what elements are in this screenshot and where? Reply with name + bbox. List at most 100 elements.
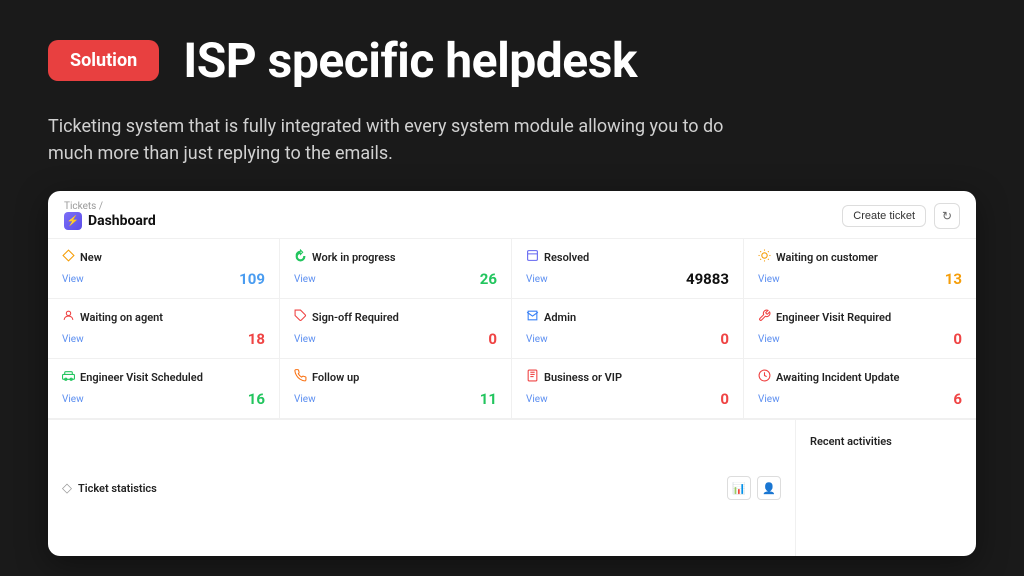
stat-footer: View 49883 xyxy=(526,270,729,288)
stat-card: Business or VIP View 0 xyxy=(512,359,744,419)
stat-footer: View 11 xyxy=(294,390,497,408)
stats-grid: New View 109 Work in progress View 26 Re… xyxy=(48,239,976,420)
stat-card-header: Admin xyxy=(526,309,729,326)
chart-button[interactable]: 📊 xyxy=(727,476,751,500)
stat-card-header: Waiting on agent xyxy=(62,309,265,326)
refresh-button[interactable]: ↻ xyxy=(934,203,960,229)
stat-footer: View 26 xyxy=(294,270,497,288)
stat-view-link[interactable]: View xyxy=(758,394,780,405)
stat-icon xyxy=(62,369,75,386)
stat-footer: View 16 xyxy=(62,390,265,408)
user-button[interactable]: 👤 xyxy=(757,476,781,500)
stat-view-link[interactable]: View xyxy=(758,334,780,345)
dashboard-header: Tickets / ⚡ Dashboard Create ticket ↻ xyxy=(48,191,976,239)
stat-view-link[interactable]: View xyxy=(294,274,316,285)
stat-card-header: Business or VIP xyxy=(526,369,729,386)
stat-card: Engineer Visit Required View 0 xyxy=(744,299,976,359)
stat-icon xyxy=(526,369,539,386)
stat-count: 49883 xyxy=(686,270,729,288)
stat-icon xyxy=(758,249,771,266)
recent-activities-card: Recent activities xyxy=(796,420,976,556)
stat-view-link[interactable]: View xyxy=(62,274,84,285)
ticket-stats-label: Ticket statistics xyxy=(78,482,157,495)
dashboard-icon: ⚡ xyxy=(64,212,82,230)
stat-count: 0 xyxy=(720,390,729,408)
ticket-stats-icon: ◇ xyxy=(62,481,72,496)
bottom-row: ◇ Ticket statistics 📊 👤 Recent activitie… xyxy=(48,420,976,556)
stat-card-header: Sign-off Required xyxy=(294,309,497,326)
stat-count: 6 xyxy=(953,390,962,408)
stat-footer: View 13 xyxy=(758,270,962,288)
stat-card-header: Awaiting Incident Update xyxy=(758,369,962,386)
create-ticket-button[interactable]: Create ticket xyxy=(842,205,926,227)
stat-label: Engineer Visit Scheduled xyxy=(80,371,203,384)
stat-card-header: Engineer Visit Required xyxy=(758,309,962,326)
stat-count: 109 xyxy=(239,270,265,288)
stat-card: Resolved View 49883 xyxy=(512,239,744,299)
stat-view-link[interactable]: View xyxy=(526,274,548,285)
solution-badge: Solution xyxy=(48,40,159,81)
dashboard-card: Tickets / ⚡ Dashboard Create ticket ↻ Ne… xyxy=(48,191,976,556)
stat-label: Admin xyxy=(544,311,576,324)
hero-header: Solution ISP specific helpdesk xyxy=(48,32,976,89)
stat-footer: View 0 xyxy=(758,330,962,348)
stat-footer: View 0 xyxy=(526,390,729,408)
stat-view-link[interactable]: View xyxy=(62,394,84,405)
stat-view-link[interactable]: View xyxy=(62,334,84,345)
stat-footer: View 0 xyxy=(294,330,497,348)
stat-view-link[interactable]: View xyxy=(526,334,548,345)
stat-icon xyxy=(294,309,307,326)
stat-card: Waiting on customer View 13 xyxy=(744,239,976,299)
page-title: ISP specific helpdesk xyxy=(183,32,637,89)
stat-card: Follow up View 11 xyxy=(280,359,512,419)
stat-icon xyxy=(62,309,75,326)
stat-label: Work in progress xyxy=(312,251,396,264)
stat-icon xyxy=(758,369,771,386)
stat-card-header: Engineer Visit Scheduled xyxy=(62,369,265,386)
stat-label: Resolved xyxy=(544,251,589,264)
stat-count: 0 xyxy=(488,330,497,348)
ticket-stats-card: ◇ Ticket statistics 📊 👤 xyxy=(48,420,796,556)
stat-view-link[interactable]: View xyxy=(294,394,316,405)
stat-count: 18 xyxy=(248,330,265,348)
stat-view-link[interactable]: View xyxy=(294,334,316,345)
stat-card: Waiting on agent View 18 xyxy=(48,299,280,359)
stat-card: Sign-off Required View 0 xyxy=(280,299,512,359)
stat-icon xyxy=(62,249,75,266)
stat-count: 0 xyxy=(720,330,729,348)
stat-footer: View 18 xyxy=(62,330,265,348)
stat-icon xyxy=(526,309,539,326)
hero-subtitle: Ticketing system that is fully integrate… xyxy=(48,113,728,167)
stat-icon xyxy=(294,369,307,386)
stat-view-link[interactable]: View xyxy=(758,274,780,285)
stat-label: Sign-off Required xyxy=(312,311,399,324)
stat-card-header: Resolved xyxy=(526,249,729,266)
stat-card: New View 109 xyxy=(48,239,280,299)
stat-footer: View 109 xyxy=(62,270,265,288)
stat-label: Waiting on agent xyxy=(80,311,163,324)
stat-card: Work in progress View 26 xyxy=(280,239,512,299)
stat-icon xyxy=(294,249,307,266)
stat-card-header: Waiting on customer xyxy=(758,249,962,266)
stat-view-link[interactable]: View xyxy=(526,394,548,405)
stat-footer: View 0 xyxy=(526,330,729,348)
stat-icon xyxy=(526,249,539,266)
stat-card-header: Work in progress xyxy=(294,249,497,266)
ticket-stats-actions: 📊 👤 xyxy=(727,476,781,500)
dashboard-title: Dashboard xyxy=(88,213,156,229)
stat-card-header: Follow up xyxy=(294,369,497,386)
header-actions: Create ticket ↻ xyxy=(842,203,960,229)
breadcrumb: Tickets / xyxy=(64,201,156,212)
breadcrumb-area: Tickets / ⚡ Dashboard xyxy=(64,201,156,230)
stat-label: Business or VIP xyxy=(544,371,622,384)
stat-label: Engineer Visit Required xyxy=(776,311,891,324)
stat-count: 13 xyxy=(945,270,962,288)
stat-card: Awaiting Incident Update View 6 xyxy=(744,359,976,419)
stat-label: Waiting on customer xyxy=(776,251,878,264)
stat-count: 0 xyxy=(953,330,962,348)
stat-card: Engineer Visit Scheduled View 16 xyxy=(48,359,280,419)
dashboard-title-row: ⚡ Dashboard xyxy=(64,212,156,230)
stat-count: 16 xyxy=(248,390,265,408)
stat-card-header: New xyxy=(62,249,265,266)
stat-count: 26 xyxy=(480,270,497,288)
